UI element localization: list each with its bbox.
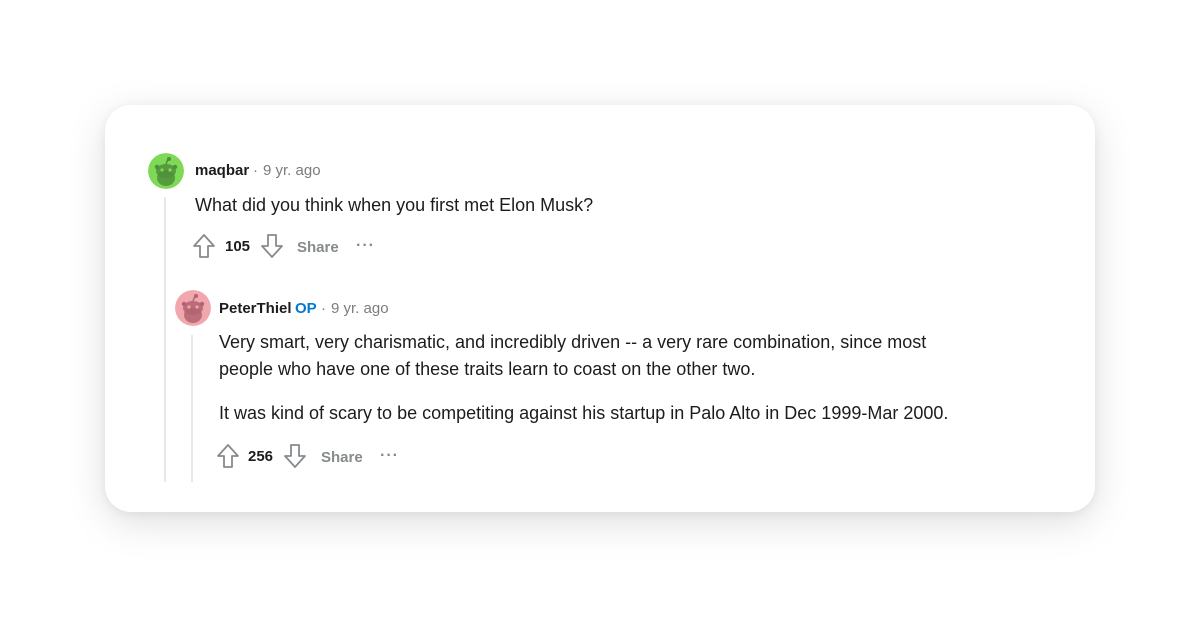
thread-line-level-1[interactable] bbox=[164, 197, 166, 482]
downvote-button[interactable] bbox=[259, 233, 285, 259]
more-options-button[interactable]: ··· bbox=[380, 448, 399, 464]
comment-body: Very smart, very charismatic, and incred… bbox=[219, 329, 979, 427]
upvote-button[interactable] bbox=[191, 233, 217, 259]
downvote-button[interactable] bbox=[282, 443, 308, 469]
avatar[interactable] bbox=[148, 153, 184, 189]
comment-paragraph: What did you think when you first met El… bbox=[195, 195, 594, 215]
op-badge: OP bbox=[295, 300, 317, 317]
share-button[interactable]: Share bbox=[297, 239, 339, 256]
arrow-up-icon bbox=[217, 444, 239, 468]
arrow-up-icon bbox=[193, 234, 215, 258]
arrow-down-icon bbox=[284, 444, 306, 468]
reddit-snoo-icon bbox=[148, 153, 184, 189]
meta-separator: · bbox=[253, 162, 258, 179]
upvote-button[interactable] bbox=[215, 443, 241, 469]
comment-thread-card: maqbar · 9 yr. ago What did you think wh… bbox=[105, 105, 1095, 512]
more-options-button[interactable]: ··· bbox=[356, 238, 375, 254]
comment-paragraph: Very smart, very charismatic, and incred… bbox=[219, 332, 927, 379]
reddit-snoo-icon bbox=[175, 290, 211, 326]
comment-timestamp[interactable]: 9 yr. ago bbox=[263, 162, 321, 179]
thread-line-level-2[interactable] bbox=[191, 335, 193, 482]
vote-score: 105 bbox=[225, 238, 251, 255]
comment-body: What did you think when you first met El… bbox=[195, 192, 995, 219]
vote-score: 256 bbox=[248, 448, 274, 465]
arrow-down-icon bbox=[261, 234, 283, 258]
comment-timestamp[interactable]: 9 yr. ago bbox=[331, 300, 389, 317]
avatar[interactable] bbox=[175, 290, 211, 326]
share-button[interactable]: Share bbox=[321, 449, 363, 466]
comment-author[interactable]: PeterThiel bbox=[219, 300, 292, 317]
comment-paragraph: It was kind of scary to be competiting a… bbox=[219, 403, 949, 423]
meta-separator: · bbox=[321, 300, 326, 317]
comment-author[interactable]: maqbar bbox=[195, 162, 249, 179]
